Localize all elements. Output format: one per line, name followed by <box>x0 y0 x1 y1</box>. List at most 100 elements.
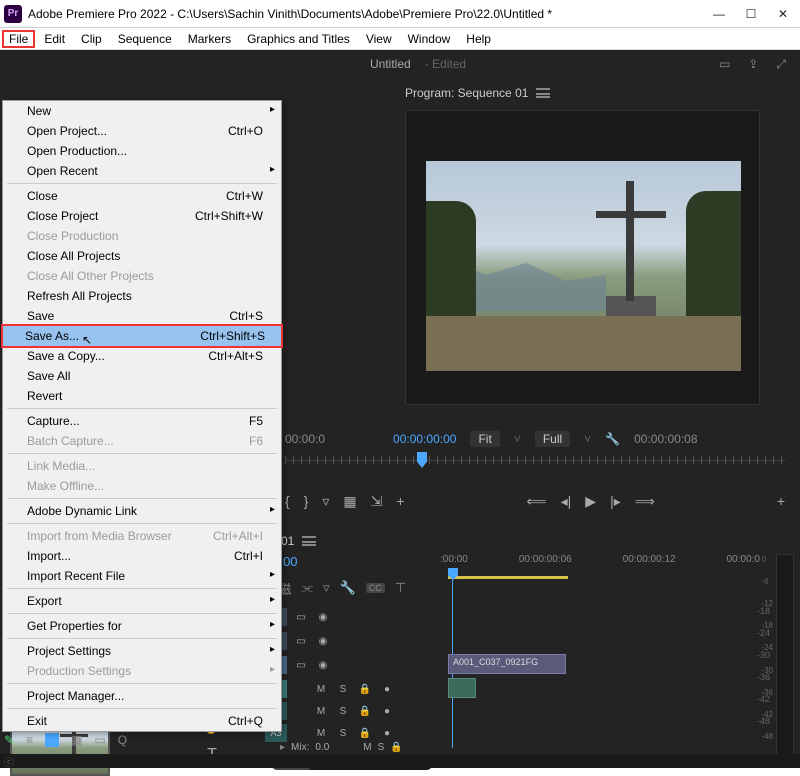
menu-item-open-recent[interactable]: Open Recent <box>3 161 281 181</box>
toggle-output-icon[interactable]: ▭ <box>293 612 309 623</box>
audio-clip[interactable] <box>448 678 476 698</box>
track-a1[interactable]: A1 M S 🔒 ● <box>265 678 395 700</box>
eye-icon[interactable]: ◉ <box>315 660 331 671</box>
playhead-icon[interactable] <box>417 452 427 468</box>
menu-sequence[interactable]: Sequence <box>111 30 179 48</box>
menu-item-refresh-all-projects[interactable]: Refresh All Projects <box>3 286 281 306</box>
voice-icon[interactable]: ● <box>379 684 395 695</box>
lock-icon[interactable]: 🔒 <box>357 706 373 717</box>
current-timecode[interactable]: 00:00:00:00 <box>393 432 456 446</box>
menu-item-import-recent-file[interactable]: Import Recent File <box>3 566 281 586</box>
solo-button[interactable]: S <box>335 728 351 739</box>
mute-button[interactable]: M <box>313 684 329 695</box>
panel-menu-icon[interactable] <box>536 88 550 98</box>
step-back-button[interactable]: ◂| <box>561 493 572 510</box>
link-icon[interactable]: ⫘ <box>301 580 313 596</box>
minimize-button[interactable]: — <box>712 7 726 21</box>
menu-markers[interactable]: Markers <box>181 30 238 48</box>
voice-icon[interactable]: ● <box>379 728 395 739</box>
cc-icon[interactable]: ⓒ <box>4 754 14 769</box>
fullscreen-icon[interactable]: ⤢ <box>776 57 786 72</box>
lock-icon[interactable]: 🔒 <box>390 742 402 753</box>
program-monitor[interactable] <box>405 110 760 405</box>
voice-icon[interactable]: ● <box>379 706 395 717</box>
menu-item-save[interactable]: SaveCtrl+S <box>3 306 281 326</box>
menu-item-close[interactable]: CloseCtrl+W <box>3 186 281 206</box>
menu-item-save-as[interactable]: Save As...Ctrl+Shift+S <box>1 324 283 348</box>
search-icon[interactable]: Q <box>118 733 127 747</box>
cc-icon[interactable]: CC <box>366 583 385 593</box>
track-a2[interactable]: A2 M S 🔒 ● <box>265 700 395 722</box>
toggle-output-icon[interactable]: ▭ <box>293 660 309 671</box>
video-clip[interactable]: A001_C037_0921FG <box>448 654 566 674</box>
menu-item-revert[interactable]: Revert <box>3 386 281 406</box>
menu-item-open-production[interactable]: Open Production... <box>3 141 281 161</box>
resolution-select[interactable]: Full <box>535 431 570 447</box>
freeform-view-icon[interactable]: ▦ <box>71 733 82 747</box>
mark-out-button[interactable]: } <box>304 493 309 509</box>
track-a3[interactable]: A3 M S 🔒 ● <box>265 722 395 744</box>
marker-icon[interactable]: ▿ <box>323 580 330 596</box>
icon-view-icon[interactable] <box>45 733 59 747</box>
mark-in-button[interactable]: { <box>285 493 290 509</box>
menu-edit[interactable]: Edit <box>37 30 72 48</box>
multicam-button[interactable]: ▦ <box>343 493 356 510</box>
menu-item-project-settings[interactable]: Project Settings <box>3 641 281 661</box>
menu-item-import[interactable]: Import...Ctrl+I <box>3 546 281 566</box>
menu-window[interactable]: Window <box>401 30 458 48</box>
menu-item-export[interactable]: Export <box>3 591 281 611</box>
workspace-name[interactable]: Untitled <box>370 57 411 71</box>
settings-icon[interactable]: 🔧 <box>605 432 620 446</box>
list-view-icon[interactable]: ≡ <box>26 733 33 747</box>
menu-item-open-project[interactable]: Open Project...Ctrl+O <box>3 121 281 141</box>
solo-button[interactable]: S <box>335 684 351 695</box>
go-next-button[interactable]: ⟹ <box>635 493 655 510</box>
solo-button[interactable]: S <box>335 706 351 717</box>
new-item-icon[interactable]: ✎ <box>4 733 14 747</box>
menu-item-project-manager[interactable]: Project Manager... <box>3 686 281 706</box>
close-button[interactable]: ✕ <box>776 7 790 21</box>
menu-item-new[interactable]: New <box>3 101 281 121</box>
menu-item-close-all-projects[interactable]: Close All Projects <box>3 246 281 266</box>
zoom-fit-select[interactable]: Fit <box>470 431 499 447</box>
mute-button[interactable]: M <box>363 742 371 753</box>
eye-icon[interactable]: ◉ <box>315 636 331 647</box>
play-button[interactable]: ▶ <box>585 493 596 510</box>
menu-item-close-project[interactable]: Close ProjectCtrl+Shift+W <box>3 206 281 226</box>
menu-help[interactable]: Help <box>459 30 498 48</box>
mute-button[interactable]: M <box>313 706 329 717</box>
menu-view[interactable]: View <box>359 30 399 48</box>
eye-icon[interactable]: ◉ <box>315 612 331 623</box>
text-icon[interactable]: ⊤ <box>395 580 406 596</box>
menu-file[interactable]: File <box>2 30 35 48</box>
mute-button[interactable]: M <box>313 728 329 739</box>
menu-item-capture[interactable]: Capture...F5 <box>3 411 281 431</box>
menu-item-exit[interactable]: ExitCtrl+Q <box>3 711 281 731</box>
share-icon[interactable]: ⇪ <box>748 57 758 72</box>
menu-item-get-properties-for[interactable]: Get Properties for <box>3 616 281 636</box>
menu-item-save-a-copy[interactable]: Save a Copy...Ctrl+Alt+S <box>3 346 281 366</box>
sort-icon[interactable]: ▭ <box>94 733 105 747</box>
menu-item-shortcut: Ctrl+Q <box>228 714 263 728</box>
menu-item-save-all[interactable]: Save All <box>3 366 281 386</box>
lock-icon[interactable]: 🔒 <box>357 728 373 739</box>
go-prev-button[interactable]: ⟸ <box>527 493 547 510</box>
work-area-bar[interactable] <box>448 576 568 579</box>
menu-clip[interactable]: Clip <box>74 30 109 48</box>
toggle-output-icon[interactable]: ▭ <box>293 636 309 647</box>
wrench-icon[interactable]: 🔧 <box>340 580 356 596</box>
workspace-layout-icon[interactable]: ▭ <box>719 57 730 72</box>
solo-button[interactable]: S <box>378 742 385 753</box>
timeline-ruler[interactable]: :00:00 00:00:00:06 00:00:00:12 00:00:0 <box>440 554 760 576</box>
button-editor-2[interactable]: + <box>777 493 785 509</box>
menu-graphics[interactable]: Graphics and Titles <box>240 30 357 48</box>
add-marker-button[interactable]: ▿ <box>322 493 329 510</box>
step-fwd-button[interactable]: |▸ <box>610 493 621 510</box>
maximize-button[interactable]: ☐ <box>744 7 758 21</box>
scrub-bar[interactable] <box>285 448 785 476</box>
menu-item-adobe-dynamic-link[interactable]: Adobe Dynamic Link <box>3 501 281 521</box>
export-frame-button[interactable]: ⇲ <box>371 493 383 510</box>
lock-icon[interactable]: 🔒 <box>357 684 373 695</box>
button-editor[interactable]: + <box>396 493 404 509</box>
timeline-menu-icon[interactable] <box>302 536 316 546</box>
